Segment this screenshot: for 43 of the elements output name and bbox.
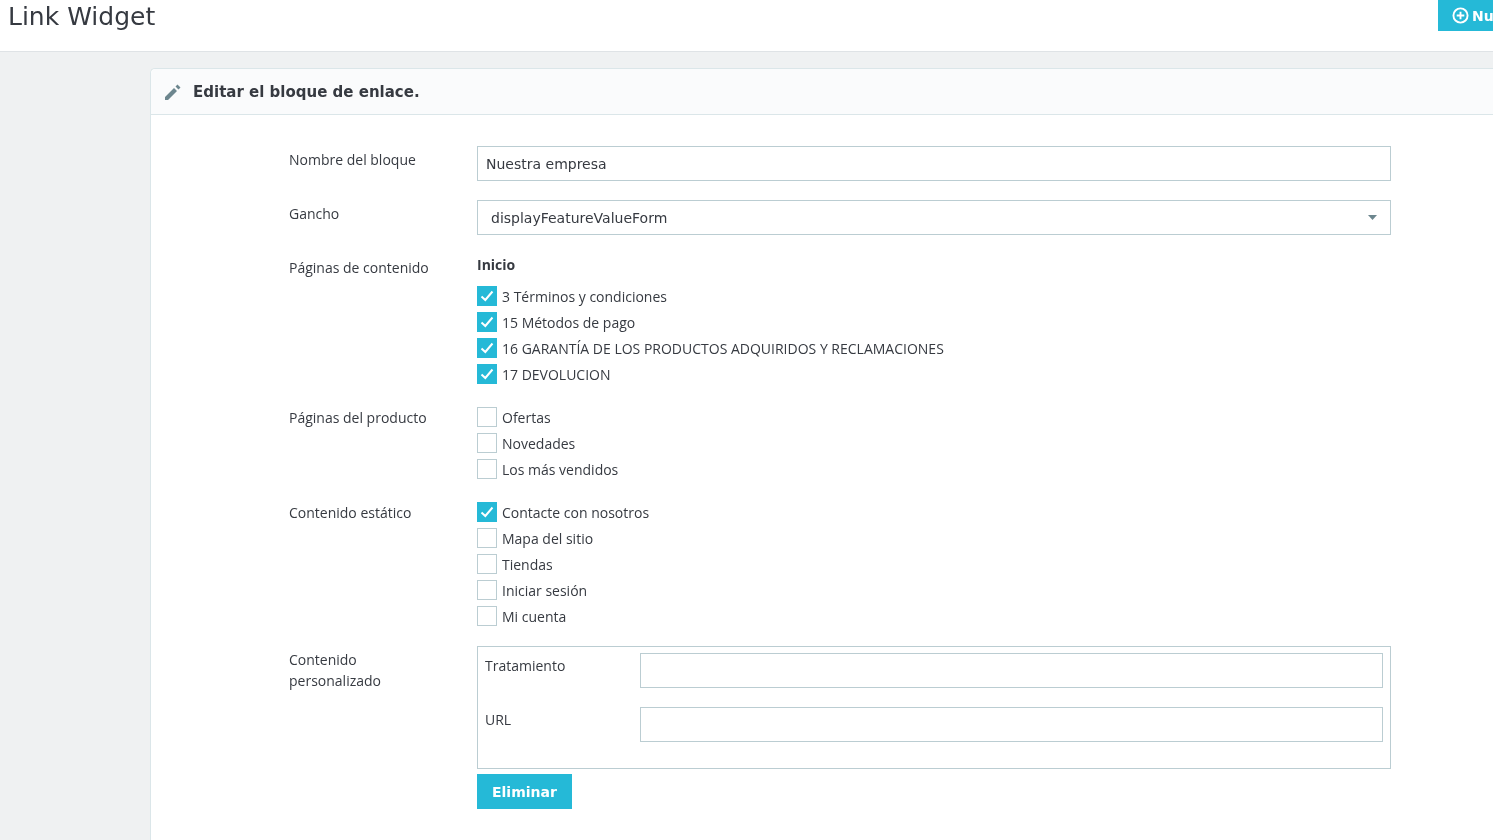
checkbox-label: Los más vendidos [502, 459, 619, 479]
field-label: URL [485, 709, 513, 731]
text-field[interactable]: Nuestra empresa [477, 146, 1391, 181]
checkbox-label: 16 GARANTÍA DE LOS PRODUCTOS ADQUIRIDOS Y RECLAMACIONES [502, 338, 944, 358]
panel-title: Editar el bloque de enlace. [193, 82, 420, 101]
checkbox[interactable] [477, 312, 497, 332]
checkbox[interactable] [477, 502, 497, 522]
checkbox-label: 15 Métodos de pago [502, 312, 636, 332]
field-label: Páginas del producto [289, 407, 428, 429]
checkbox[interactable] [477, 286, 497, 306]
field-label: Gancho [289, 203, 341, 225]
checkbox-label: Ofertas [502, 407, 551, 427]
pencil-icon [164, 82, 182, 101]
checkbox-label: Mi cuenta [502, 606, 567, 626]
checkbox[interactable] [477, 338, 497, 358]
checkbox-label: Iniciar sesión [502, 580, 588, 600]
checkbox[interactable] [477, 580, 497, 600]
page-title: Link Widget [7, 1, 156, 33]
text-field[interactable] [640, 653, 1383, 688]
field-label: Páginas de contenido [289, 257, 430, 279]
checkbox[interactable] [477, 407, 497, 427]
field-label: Nombre del bloque [289, 149, 417, 171]
select-field[interactable]: displayFeatureValueForm [477, 200, 1391, 235]
field-label: Contenido estático [289, 502, 413, 524]
caret-icon [1368, 215, 1377, 220]
plus-circle-icon [1452, 7, 1469, 24]
checkbox[interactable] [477, 364, 497, 384]
checkbox-label: Mapa del sitio [502, 528, 594, 548]
checkbox[interactable] [477, 606, 497, 626]
field-label: Tratamiento [485, 655, 567, 677]
group-heading: Inicio [477, 254, 517, 275]
checkbox-label: 17 DEVOLUCION [502, 364, 611, 384]
select-value: displayFeatureValueForm [491, 209, 668, 226]
checkbox-label: 3 Términos y condiciones [502, 286, 667, 306]
checkbox-label: Novedades [502, 433, 576, 453]
checkbox-label: Tiendas [502, 554, 553, 574]
checkbox-label: Contacte con nosotros [502, 502, 650, 522]
text-field[interactable] [640, 707, 1383, 742]
field-label: Contenido personalizado [289, 649, 382, 692]
checkbox[interactable] [477, 459, 497, 479]
checkbox[interactable] [477, 554, 497, 574]
checkbox[interactable] [477, 433, 497, 453]
checkbox[interactable] [477, 528, 497, 548]
